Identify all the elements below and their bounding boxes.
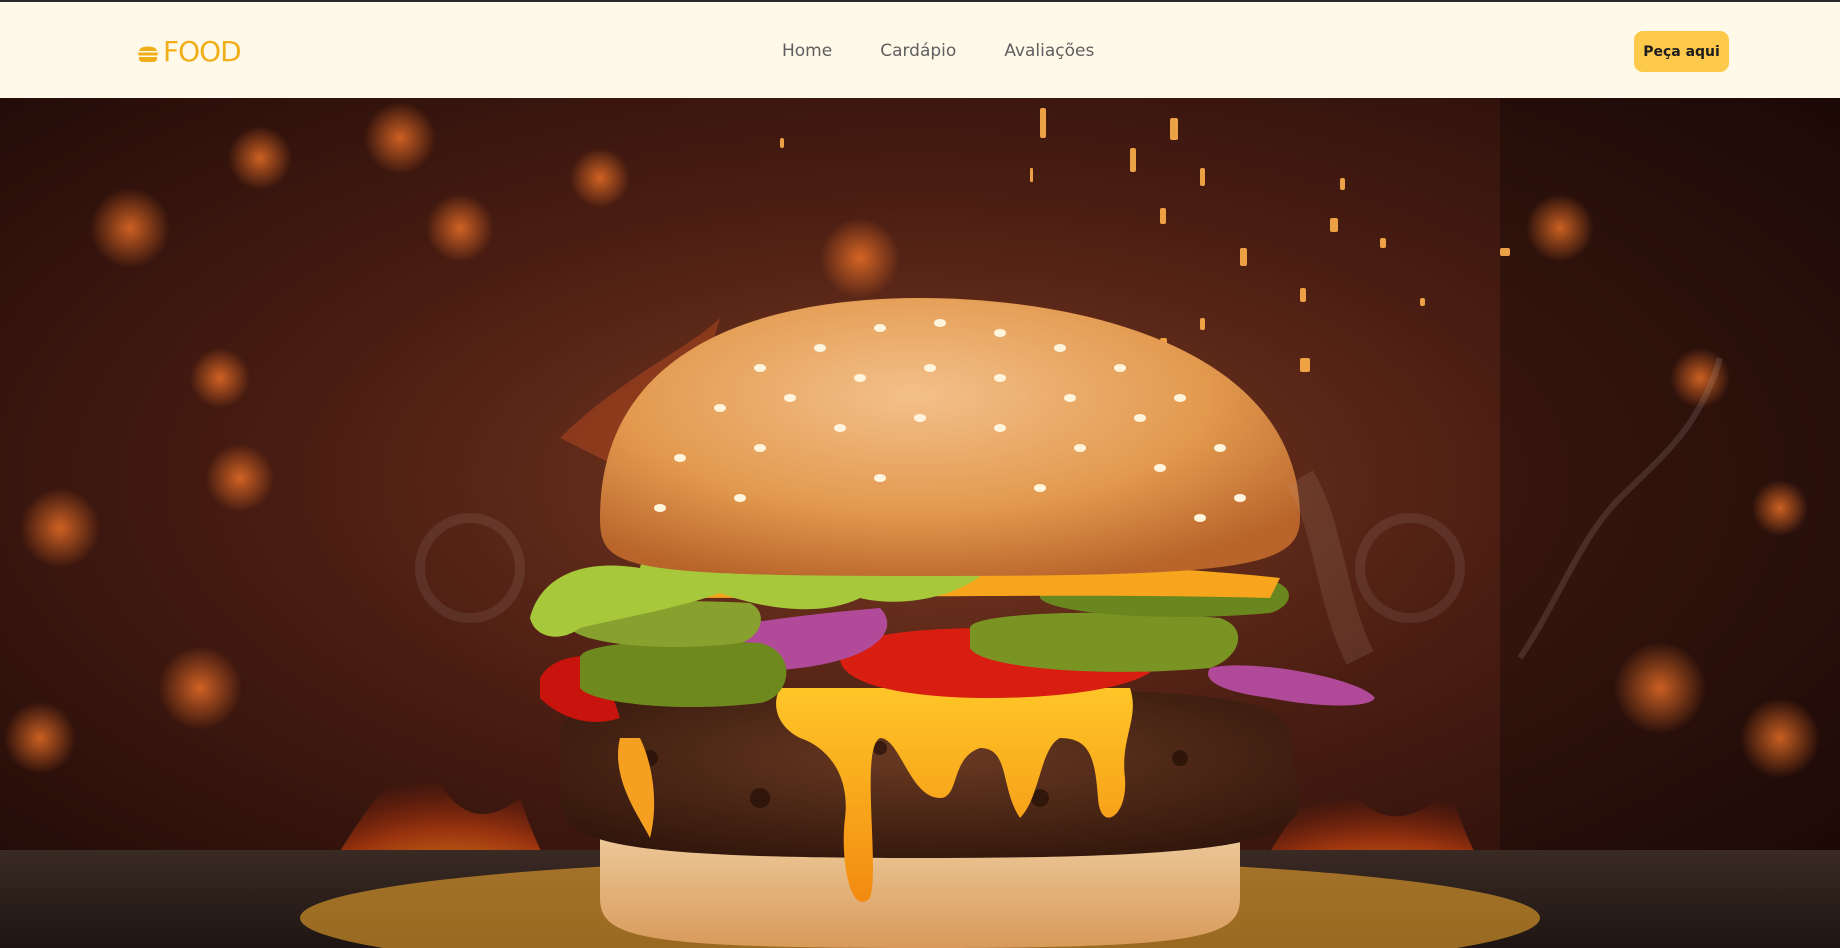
hero-section — [0, 98, 1840, 948]
brand-logo[interactable]: FOOD — [136, 35, 242, 68]
main-nav: Home Cardápio Avaliações — [782, 39, 1094, 63]
burger-icon — [138, 46, 158, 62]
brand-name: FOOD — [163, 35, 242, 68]
nav-link-home[interactable]: Home — [782, 39, 832, 63]
nav-link-avaliacoes[interactable]: Avaliações — [1004, 39, 1094, 63]
order-button[interactable]: Peça aqui — [1634, 31, 1729, 72]
page: FOOD Home Cardápio Avaliações Peça aqui — [0, 0, 1840, 948]
nav-link-cardapio[interactable]: Cardápio — [880, 39, 956, 63]
burger-with-flames-image — [0, 98, 1840, 948]
navbar: FOOD Home Cardápio Avaliações Peça aqui — [0, 2, 1840, 98]
